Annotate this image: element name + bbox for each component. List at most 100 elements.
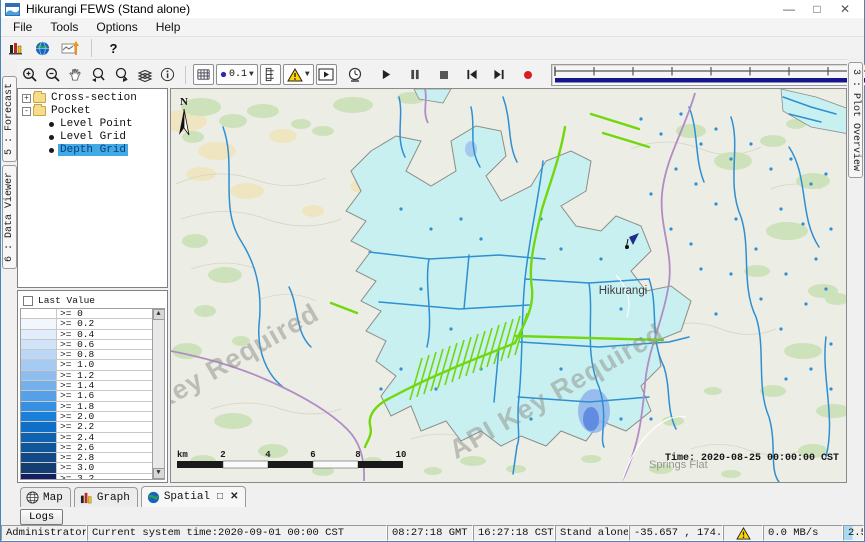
timeseries-chart-icon [61, 40, 79, 56]
skip-start-icon [466, 69, 478, 80]
pan-button[interactable] [65, 64, 86, 85]
tab-spatial-label: Spatial [164, 491, 210, 503]
map-time-label: Time: 2020-08-25 00:00:00 CST [665, 452, 839, 464]
tree-node-pocket[interactable]: - Pocket [20, 105, 167, 117]
stop-button[interactable] [434, 64, 455, 85]
info-icon [160, 67, 175, 82]
legend-row-label: >= 2.6 [57, 443, 97, 452]
tab-close-icon[interactable]: ✕ [230, 491, 238, 503]
dot-icon [220, 71, 227, 78]
scroll-down-icon[interactable]: ▼ [153, 468, 165, 479]
zoom-out-button[interactable] [42, 64, 63, 85]
globe-icon [147, 491, 160, 504]
play-button[interactable] [376, 64, 397, 85]
database-explorer-button[interactable] [5, 38, 26, 59]
maximize-button[interactable]: □ [810, 2, 824, 16]
collapse-icon[interactable]: - [22, 107, 31, 116]
tab-data-viewer[interactable]: 6 : Data Viewer [2, 165, 17, 269]
legend-scrollbar[interactable]: ▲ ▼ [152, 309, 164, 479]
play-icon [381, 69, 392, 80]
legend-row-label: >= 1.4 [57, 381, 97, 390]
menu-tools[interactable]: Tools [42, 19, 86, 35]
tab-forecast[interactable]: 5 : Forecast [2, 76, 17, 162]
toolbar-separator [185, 66, 186, 84]
animation-dialog-button[interactable] [316, 64, 337, 85]
time-navigator-button[interactable] [345, 64, 366, 85]
scale-tick: 4 [265, 450, 271, 460]
tree-node-level-grid[interactable]: Level Grid [47, 131, 167, 143]
menu-options[interactable]: Options [88, 19, 145, 35]
tab-spatial[interactable]: Spatial □ ✕ [141, 486, 247, 507]
zoom-in-button[interactable] [19, 64, 40, 85]
tab-map[interactable]: Map [20, 487, 71, 507]
main-area: + Cross-section - Pocket Level Point Lev… [17, 88, 847, 483]
scale-tick: 10 [396, 450, 407, 460]
menu-help[interactable]: Help [148, 19, 189, 35]
legend-row-label: >= 2.8 [57, 453, 97, 462]
status-coordinates: -35.657 , 174.199 [629, 525, 723, 541]
tab-maximize-icon[interactable]: □ [217, 492, 223, 503]
skip-to-start-button[interactable] [462, 64, 483, 85]
class-break-dropdown[interactable]: 0.1 ▼ [216, 64, 258, 85]
help-button[interactable]: ? [103, 38, 124, 59]
legend-table: >= 0 >= 0.2 >= 0.4 >= 0.6 [20, 308, 165, 480]
scale-tick: 2 [220, 450, 225, 460]
grid-display-button[interactable] [193, 64, 214, 85]
layers-button[interactable] [134, 64, 155, 85]
timeline-slider[interactable] [551, 64, 865, 86]
app-logo-icon [5, 3, 20, 16]
legend-color-swatch [21, 474, 57, 480]
pause-button[interactable] [405, 64, 426, 85]
scroll-up-icon[interactable]: ▲ [153, 309, 165, 320]
main-toolbar: ? [1, 37, 864, 59]
status-warning-cell[interactable] [723, 525, 763, 541]
tree-node-depth-grid[interactable]: Depth Grid [47, 144, 167, 156]
legend-row-label: >= 3.2 [57, 474, 97, 480]
scale-legend-button[interactable] [260, 64, 281, 85]
minimize-button[interactable]: — [782, 2, 796, 16]
chevron-down-icon: ▼ [249, 70, 254, 79]
expand-icon[interactable]: + [22, 94, 31, 103]
timeseries-dialog-button[interactable] [59, 38, 80, 59]
legend-row-label: >= 0.2 [57, 319, 97, 328]
menu-file[interactable]: File [5, 19, 40, 35]
database-bars-icon [8, 40, 24, 56]
play-box-icon [318, 68, 334, 81]
bullet-icon [49, 135, 54, 140]
zoom-previous-button[interactable] [88, 64, 109, 85]
zoom-in-icon [22, 67, 38, 83]
zoom-next-button[interactable] [111, 64, 132, 85]
title-bar: Hikurangi FEWS (Stand alone) — □ ✕ [1, 0, 864, 18]
legend-panel: Last Value >= 0 >= 0.2 [17, 290, 168, 483]
thresholds-dropdown[interactable]: ▼ [283, 64, 314, 85]
info-button[interactable] [157, 64, 178, 85]
legend-color-swatch [21, 350, 57, 359]
legend-row-label: >= 2.2 [57, 422, 97, 431]
tab-graph[interactable]: Graph [74, 487, 138, 507]
close-button[interactable]: ✕ [838, 2, 852, 16]
legend-row-label: >= 3.0 [57, 463, 97, 472]
hand-icon [68, 67, 83, 82]
legend-color-swatch [21, 433, 57, 442]
legend-row-label: >= 0.6 [57, 340, 97, 349]
skip-to-end-button[interactable] [489, 64, 510, 85]
map-display-button[interactable] [32, 38, 53, 59]
tree-node-level-point[interactable]: Level Point [47, 118, 167, 130]
last-value-checkbox[interactable] [23, 296, 33, 306]
map-viewport[interactable]: API Key Required API Key Required Hikura… [170, 88, 847, 483]
tab-plot-overview[interactable]: 3 : Plot Overview [848, 62, 863, 178]
status-memory-gauge: 2.5 GB [843, 525, 864, 541]
legend-row-label: >= 2.4 [57, 433, 97, 442]
record-button[interactable] [518, 64, 539, 85]
last-value-label: Last Value [38, 295, 95, 306]
status-local-time: 16:27:18 CST [473, 525, 555, 541]
tree-node-label: Level Grid [58, 131, 128, 143]
globe-icon [35, 41, 50, 56]
tree-node-cross-section[interactable]: + Cross-section [20, 92, 167, 104]
scale-tick: 6 [310, 450, 315, 460]
logs-button[interactable]: Logs [20, 509, 63, 525]
window-title: Hikurangi FEWS (Stand alone) [26, 2, 190, 16]
toolbar-separator [91, 39, 92, 57]
timeline-graphic [552, 65, 865, 85]
logs-row: Logs [17, 507, 63, 527]
